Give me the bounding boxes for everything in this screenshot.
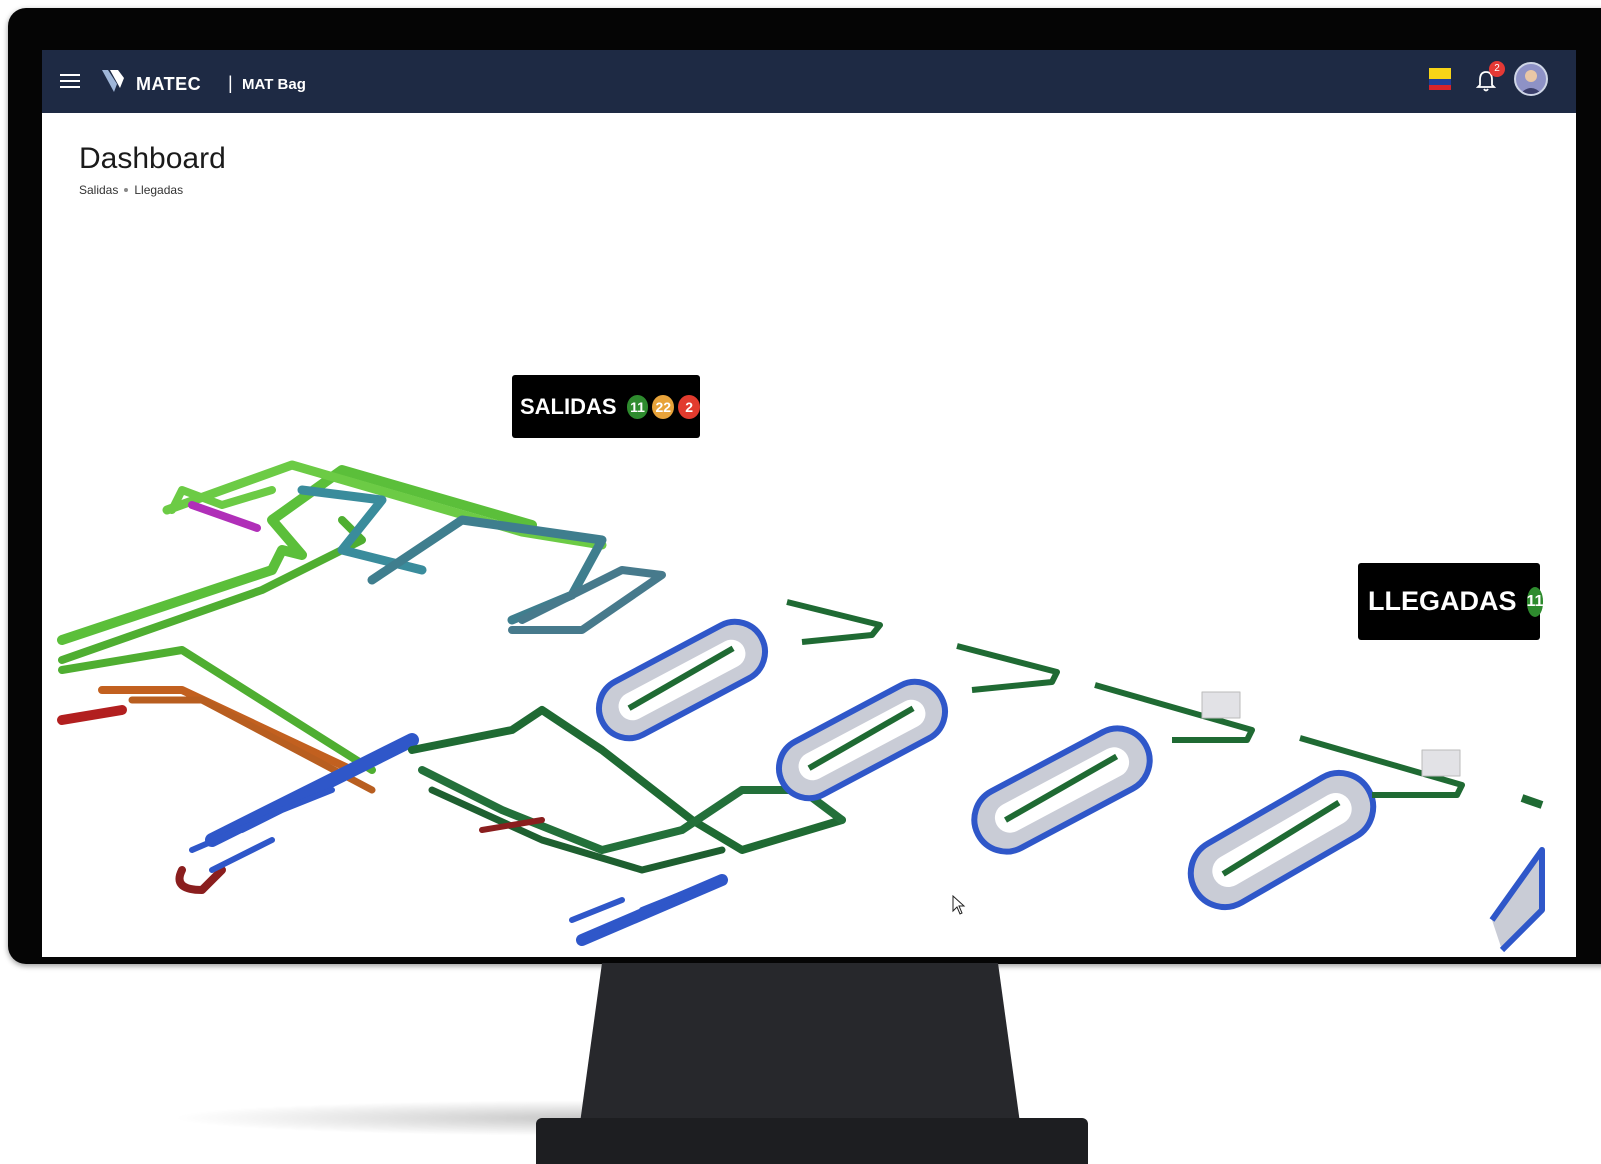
stand-shadow	[170, 1100, 590, 1136]
salidas-count-warning: 22	[652, 394, 675, 419]
llegadas-zone-label[interactable]: LLEGADAS 11	[1358, 563, 1544, 640]
monitor-bezel: MATEC | MAT Bag 2 Dashboard Salidas Lleg…	[8, 8, 1601, 964]
llegadas-label-text: LLEGADAS	[1368, 586, 1517, 616]
screen: MATEC | MAT Bag 2 Dashboard Salidas Lleg…	[42, 50, 1576, 957]
baggage-system-diagram	[57, 460, 1545, 953]
salidas-count-on-time: 11	[626, 394, 649, 419]
salidas-count-alert: 2	[678, 394, 700, 419]
monitor-stand-neck	[580, 963, 1020, 1123]
monitor-stand-base	[536, 1118, 1088, 1164]
llegadas-carousels	[596, 599, 1545, 953]
llegadas-count-on-time: 11	[1526, 586, 1544, 617]
salidas-conveyor-network	[57, 460, 846, 946]
salidas-label-text: SALIDAS	[520, 393, 617, 419]
salidas-zone-label[interactable]: SALIDAS 11 22 2	[512, 375, 700, 438]
mouse-pointer-icon	[952, 895, 966, 915]
